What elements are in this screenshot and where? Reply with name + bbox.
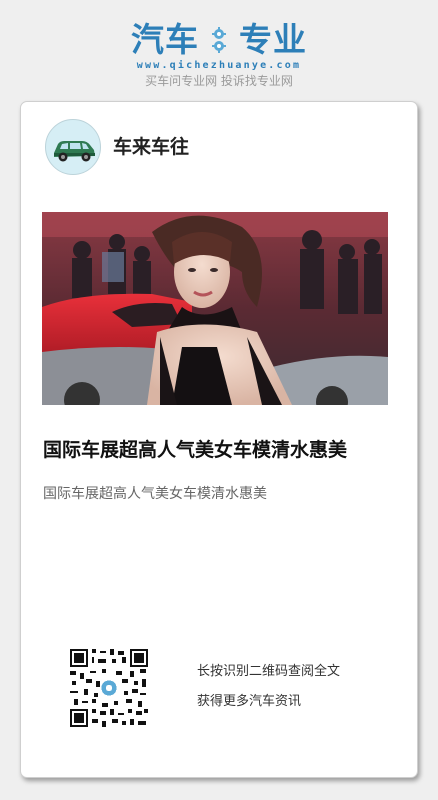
- qr-code[interactable]: [68, 647, 150, 729]
- avatar[interactable]: [45, 119, 101, 175]
- brand-url: www.qichezhuanye.com: [136, 60, 302, 71]
- article-card[interactable]: 车来车往 国际车展超高人气美女车模清水惠美 国际车展超高人气美女车模清水惠美 长…: [20, 101, 418, 778]
- photo-image: [42, 212, 388, 405]
- qr-instruction-2: 获得更多汽车资讯: [197, 694, 302, 709]
- brand-logo[interactable]: 汽车 专业: [0, 20, 438, 60]
- qr-code-image: [68, 647, 150, 729]
- site-header: 汽车 专业 www.qichezhuanye.com 买车问专业网 投诉找专业网: [0, 0, 438, 100]
- article-title[interactable]: 国际车展超高人气美女车模清水惠美: [43, 436, 403, 464]
- brand-name-right: 专业: [239, 20, 307, 59]
- article-summary: 国际车展超高人气美女车模清水惠美: [43, 486, 267, 502]
- brand-name-left: 汽车: [131, 20, 199, 59]
- car-icon: [54, 141, 95, 162]
- qr-instruction-1: 长按识别二维码查阅全文: [197, 664, 341, 679]
- gear-icon: [212, 27, 226, 53]
- brand-slogan: 买车问专业网 投诉找专业网: [145, 74, 293, 88]
- author-name[interactable]: 车来车往: [113, 135, 189, 159]
- article-photo[interactable]: [42, 212, 388, 405]
